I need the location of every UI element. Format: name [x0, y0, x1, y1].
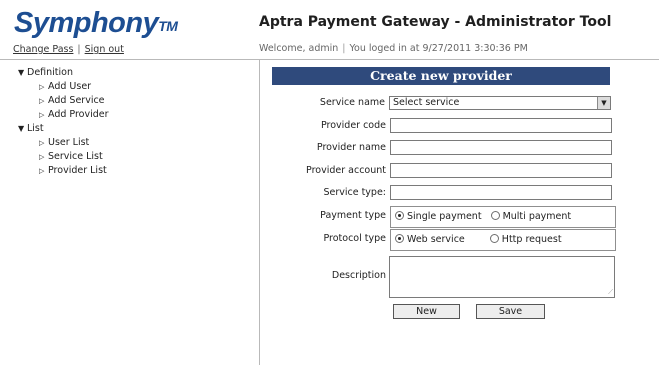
tree-item-label: User List — [48, 137, 90, 148]
tree-item-label: Add Provider — [48, 109, 109, 120]
provider-name-input[interactable] — [390, 140, 612, 155]
tree-item-add-user[interactable]: ▷ Add User — [18, 80, 109, 94]
resize-grip-icon[interactable]: ⟋ — [608, 289, 613, 296]
tree-item-add-service[interactable]: ▷ Add Service — [18, 94, 109, 108]
web-service-option[interactable]: Web service — [395, 234, 465, 245]
welcome-separator: | — [342, 43, 346, 54]
payment-type-label: Payment type — [320, 210, 386, 221]
http-request-option[interactable]: Http request — [489, 234, 562, 245]
collapsed-triangle-icon: ▷ — [39, 111, 45, 119]
welcome-info: Welcome, admin | You loged in at 9/27/2011… — [259, 43, 528, 54]
tree-item-label: Service List — [48, 151, 103, 162]
multi-payment-label: Multi payment — [502, 211, 572, 222]
tree-item-user-list[interactable]: ▷ User List — [18, 136, 109, 150]
service-name-value: Select service — [393, 97, 460, 108]
collapsed-triangle-icon: ▷ — [39, 167, 45, 175]
single-payment-label: Single payment — [407, 211, 482, 222]
web-service-label: Web service — [407, 234, 465, 245]
collapsed-triangle-icon: ▷ — [39, 97, 45, 105]
logo-text: Symphony — [14, 7, 159, 39]
save-button[interactable]: Save — [476, 304, 545, 319]
http-request-label: Http request — [501, 234, 562, 245]
page-title: Aptra Payment Gateway - Administrator To… — [259, 14, 612, 30]
provider-code-label: Provider code — [320, 120, 386, 131]
dropdown-arrow-icon[interactable]: ▼ — [597, 97, 610, 109]
tree-node-list[interactable]: ▼ List — [18, 122, 109, 136]
header-divider — [0, 59, 659, 60]
tree-item-label: Add Service — [48, 95, 105, 106]
tree-node-label: List — [27, 123, 44, 134]
single-payment-option[interactable]: Single payment — [395, 211, 482, 222]
service-type-label: Service type: — [323, 187, 386, 198]
description-label: Description — [331, 270, 386, 281]
tree-item-label: Add User — [48, 81, 92, 92]
radio-unselected-icon[interactable] — [489, 234, 499, 243]
tree-item-label: Provider List — [48, 165, 107, 176]
description-textarea[interactable]: ⟋ — [389, 256, 615, 298]
tree-item-provider-list[interactable]: ▷ Provider List — [18, 164, 109, 178]
auth-separator: | — [77, 44, 81, 55]
radio-selected-icon[interactable] — [395, 211, 404, 220]
provider-code-input[interactable] — [390, 118, 612, 133]
welcome-text: Welcome, admin — [259, 43, 339, 54]
tree-item-add-provider[interactable]: ▷ Add Provider — [18, 108, 109, 122]
new-button[interactable]: New — [393, 304, 460, 319]
auth-links: Change Pass | Sign out — [13, 44, 124, 55]
service-type-input[interactable] — [390, 185, 612, 200]
app-logo: SymphonyTM — [14, 6, 178, 40]
provider-account-input[interactable] — [390, 163, 612, 178]
collapsed-triangle-icon: ▷ — [39, 83, 45, 91]
radio-selected-icon[interactable] — [395, 234, 404, 243]
service-name-label: Service name — [319, 97, 385, 108]
expanded-triangle-icon: ▼ — [18, 124, 25, 133]
expanded-triangle-icon: ▼ — [18, 68, 25, 77]
sidebar-divider — [259, 60, 260, 365]
protocol-type-group: Web service Http request — [390, 229, 616, 251]
change-pass-link[interactable]: Change Pass — [13, 44, 73, 55]
payment-type-group: Single payment Multi payment — [390, 206, 616, 228]
tree-node-label: Definition — [27, 67, 74, 78]
provider-account-label: Provider account — [306, 165, 386, 176]
sign-out-link[interactable]: Sign out — [85, 44, 124, 55]
tree-item-service-list[interactable]: ▷ Service List — [18, 150, 109, 164]
collapsed-triangle-icon: ▷ — [39, 139, 45, 147]
login-time-text: You loged in at 9/27/2011 3:30:36 PM — [349, 43, 528, 54]
service-name-select[interactable]: Select service ▼ — [389, 96, 611, 110]
multi-payment-option[interactable]: Multi payment — [490, 211, 572, 222]
sidebar-tree: ▼ Definition ▷ Add User ▷ Add Service ▷ Add … — [18, 66, 109, 178]
tree-node-definition[interactable]: ▼ Definition — [18, 66, 109, 80]
form-title: Create new provider — [272, 67, 610, 85]
provider-name-label: Provider name — [316, 142, 386, 153]
collapsed-triangle-icon: ▷ — [39, 153, 45, 161]
logo-trademark: TM — [158, 18, 178, 34]
protocol-type-label: Protocol type — [323, 233, 386, 244]
radio-unselected-icon[interactable] — [490, 211, 500, 220]
